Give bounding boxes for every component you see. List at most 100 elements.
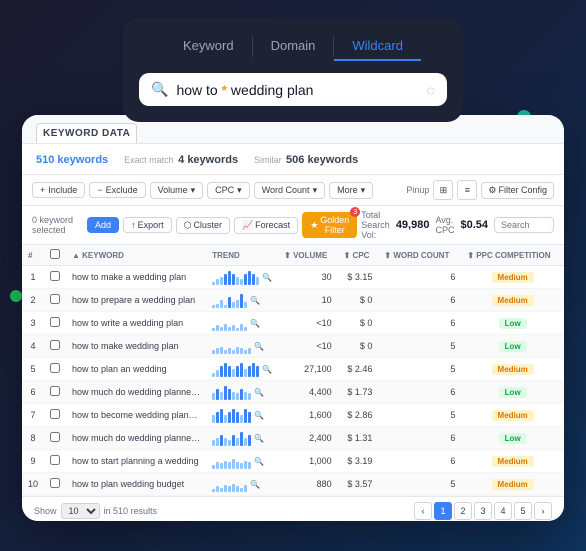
cpc-filter-btn[interactable]: CPC ▾ <box>207 182 250 199</box>
col-wordcount[interactable]: ⬆ WORD COUNT <box>378 245 461 266</box>
keyword-cell: how to plan an wedding <box>66 358 206 381</box>
filter-config-btn[interactable]: ⚙ Filter Config <box>481 182 554 199</box>
search-box: 🔍 how to * wedding plan ◌ <box>139 73 447 106</box>
more-label: More <box>337 185 358 195</box>
row-checkbox[interactable] <box>50 363 60 373</box>
stat-exact[interactable]: Exact match 4 keywords <box>124 150 238 168</box>
col-cpc[interactable]: ⬆ CPC <box>338 245 379 266</box>
col-volume[interactable]: ⬆ VOLUME <box>278 245 337 266</box>
trend-zoom-icon[interactable]: 🔍 <box>254 457 264 466</box>
trend-zoom-icon[interactable]: 🔍 <box>254 434 264 443</box>
volume-cell: 2,400 <box>278 427 337 450</box>
row-checkbox[interactable] <box>50 317 60 327</box>
total-search-value: 49,980 <box>396 219 430 231</box>
page-1-btn[interactable]: 1 <box>434 502 452 520</box>
competition-cell: Low <box>461 335 564 358</box>
add-button[interactable]: Add <box>87 217 119 233</box>
tab-domain[interactable]: Domain <box>253 32 334 61</box>
trend-sparkline <box>212 269 259 285</box>
cpc-cell: $ 3.19 <box>338 450 379 473</box>
trend-zoom-icon[interactable]: 🔍 <box>262 365 272 374</box>
table-row: 7how to become wedding planner🔍1,600$ 2.… <box>22 404 564 427</box>
trend-zoom-icon[interactable]: 🔍 <box>254 411 264 420</box>
col-trend[interactable]: TREND <box>206 245 278 266</box>
stat-similar[interactable]: Similar 506 keywords <box>254 150 358 168</box>
page-4-btn[interactable]: 4 <box>494 502 512 520</box>
tab-keyword[interactable]: Keyword <box>165 32 252 61</box>
keyword-cell: how to make a wedding plan <box>66 266 206 289</box>
row-checkbox[interactable] <box>50 271 60 281</box>
trend-cell: 🔍 <box>206 289 278 312</box>
row-checkbox[interactable] <box>50 340 60 350</box>
forecast-button[interactable]: 📈 Forecast <box>234 217 298 234</box>
row-checkbox[interactable] <box>50 409 60 419</box>
competition-cell: Medium <box>461 450 564 473</box>
col-keyword[interactable]: ▲ KEYWORD <box>66 245 206 266</box>
row-checkbox[interactable] <box>50 455 60 465</box>
row-checkbox[interactable] <box>50 294 60 304</box>
stat-total-count: 510 keywords <box>36 154 108 166</box>
search-settings-icon[interactable]: ◌ <box>427 82 435 98</box>
competition-badge: Low <box>499 387 527 398</box>
cluster-button[interactable]: ⬡ Cluster <box>176 217 230 234</box>
trend-sparkline <box>212 407 251 423</box>
row-checkbox[interactable] <box>50 478 60 488</box>
prev-page-btn[interactable]: ‹ <box>414 502 432 520</box>
volume-cell: 30 <box>278 266 337 289</box>
show-select[interactable]: 10 25 50 <box>61 503 100 519</box>
page-5-btn[interactable]: 5 <box>514 502 532 520</box>
col-competition[interactable]: ⬆ PPC COMPETITION <box>461 245 564 266</box>
row-checkbox-cell <box>44 358 66 381</box>
table-view-btn[interactable]: ⊞ <box>433 180 453 200</box>
export-button[interactable]: ↑ Export <box>123 217 172 233</box>
volume-filter-btn[interactable]: Volume ▾ <box>150 182 204 199</box>
trend-zoom-icon[interactable]: 🔍 <box>250 480 260 489</box>
table-search-input[interactable] <box>494 217 554 233</box>
table-row: 2how to prepare a wedding plan🔍10$ 06Med… <box>22 289 564 312</box>
trend-cell: 🔍 <box>206 404 278 427</box>
wordcount-filter-btn[interactable]: Word Count ▾ <box>254 182 325 199</box>
row-number: 4 <box>22 335 44 358</box>
trend-zoom-icon[interactable]: 🔍 <box>262 273 272 282</box>
stat-total[interactable]: 510 keywords <box>36 150 108 168</box>
include-filter-btn[interactable]: + Include <box>32 182 85 198</box>
volume-cell: 27,100 <box>278 358 337 381</box>
list-view-btn[interactable]: ≡ <box>457 180 477 200</box>
pinup-label: Pinup <box>406 185 429 195</box>
row-checkbox-cell <box>44 289 66 312</box>
trend-zoom-icon[interactable]: 🔍 <box>250 319 260 328</box>
row-checkbox[interactable] <box>50 386 60 396</box>
trend-sparkline <box>212 453 251 469</box>
search-icon: 🔍 <box>151 81 168 98</box>
competition-cell: Medium <box>461 358 564 381</box>
next-page-btn[interactable]: › <box>534 502 552 520</box>
wordcount-cell: 6 <box>378 289 461 312</box>
filter-row: + Include − Exclude Volume ▾ CPC ▾ Word … <box>22 175 564 206</box>
stats-row: 510 keywords Exact match 4 keywords Simi… <box>22 144 564 175</box>
volume-label: Volume <box>158 185 188 195</box>
trend-sparkline <box>212 430 251 446</box>
table-body: 1how to make a wedding plan🔍30$ 3.156Med… <box>22 266 564 496</box>
table-row: 10how to plan wedding budget🔍880$ 3.575M… <box>22 473 564 496</box>
competition-badge: Medium <box>492 479 534 490</box>
trend-zoom-icon[interactable]: 🔍 <box>250 296 260 305</box>
exclude-filter-btn[interactable]: − Exclude <box>89 182 145 198</box>
competition-badge: Low <box>499 341 527 352</box>
search-input-display[interactable]: how to * wedding plan <box>176 82 418 98</box>
wordcount-cell: 5 <box>378 335 461 358</box>
trend-sparkline <box>212 338 251 354</box>
row-checkbox[interactable] <box>50 432 60 442</box>
export-label: Export <box>138 220 164 230</box>
total-search-label: Total Search Vol: <box>361 210 390 240</box>
select-all-checkbox[interactable] <box>50 249 60 259</box>
page-2-btn[interactable]: 2 <box>454 502 472 520</box>
page-3-btn[interactable]: 3 <box>474 502 492 520</box>
trend-zoom-icon[interactable]: 🔍 <box>254 388 264 397</box>
trend-zoom-icon[interactable]: 🔍 <box>254 342 264 351</box>
cpc-cell: $ 0 <box>338 289 379 312</box>
avg-cpc-label: Avg. CPC <box>435 215 454 235</box>
more-filter-btn[interactable]: More ▾ <box>329 182 373 199</box>
tab-wildcard[interactable]: Wildcard <box>334 32 421 61</box>
golden-filter-button[interactable]: ★ Golden Filter 3 <box>302 212 357 238</box>
wordcount-cell: 6 <box>378 312 461 335</box>
